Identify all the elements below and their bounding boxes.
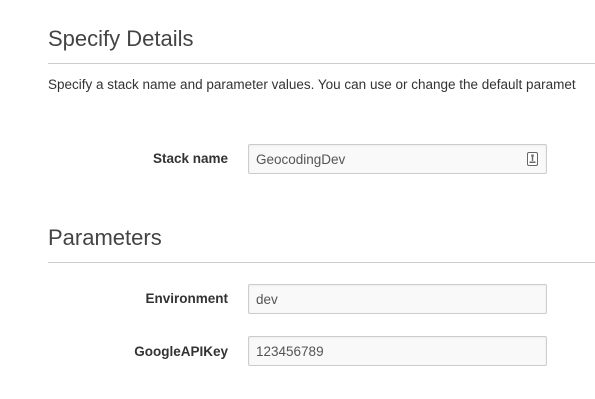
google-api-key-input[interactable] [248, 336, 547, 366]
google-api-key-label: GoogleAPIKey [134, 344, 228, 359]
stack-name-label: Stack name [152, 151, 228, 166]
section-divider [48, 262, 595, 263]
stack-name-input[interactable] [248, 144, 547, 174]
environment-input[interactable] [248, 284, 547, 314]
specify-details-title: Specify Details [48, 26, 194, 51]
environment-label: Environment [145, 291, 228, 306]
section-divider [48, 63, 595, 64]
keychain-autofill-icon[interactable] [527, 152, 538, 166]
specify-details-page: Specify Details Specify a stack name and… [0, 0, 595, 399]
parameters-title: Parameters [48, 225, 162, 250]
details-description: Specify a stack name and parameter value… [48, 77, 576, 92]
